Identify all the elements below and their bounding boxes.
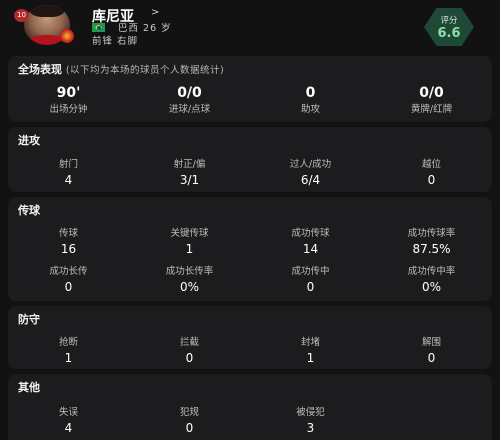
position-foot: 前锋 右脚 xyxy=(92,36,139,47)
stat-value: 4 xyxy=(64,173,73,187)
stat-label: 成功长传 xyxy=(49,266,88,277)
stat-key-passes: 关键传球 1 xyxy=(129,225,250,256)
stat-label: 射正/偏 xyxy=(173,159,206,170)
stat-value: 1 xyxy=(306,351,315,365)
stat-label: 传球 xyxy=(58,228,78,239)
section-title: 全场表现 (以下均为本场的球员个人数据统计) xyxy=(18,61,224,77)
stat-successful-long-balls: 成功长传 0 xyxy=(8,263,129,294)
player-header: 10 库尼亚 > 巴西 26 岁 前锋 右脚 评分 6.6 xyxy=(0,0,500,50)
club-crest-icon xyxy=(60,29,74,43)
stat-passes: 传球 16 xyxy=(8,225,129,256)
stat-label: 解围 xyxy=(421,337,441,348)
stat-value: 1 xyxy=(185,242,194,256)
attack-title: 进攻 xyxy=(18,134,40,147)
stat-blocks: 封堵 1 xyxy=(250,334,371,365)
stat-value: 0 xyxy=(64,280,73,294)
stat-clearances: 解围 0 xyxy=(371,334,492,365)
stat-value: 0/0 xyxy=(177,85,202,101)
stat-label: 出场分钟 xyxy=(49,104,88,115)
stat-tackles: 抢断 1 xyxy=(8,334,129,365)
brazil-flag-icon xyxy=(92,23,105,32)
rating-value: 6.6 xyxy=(437,26,461,41)
stat-value: 87.5% xyxy=(412,242,451,256)
stat-cards: 0/0 黄牌/红牌 xyxy=(371,85,492,115)
stat-value: 14 xyxy=(302,242,319,256)
stat-value: 0 xyxy=(305,85,316,101)
stat-interceptions: 拦截 0 xyxy=(129,334,250,365)
stat-label: 黄牌/红牌 xyxy=(410,104,453,115)
stat-shots: 射门 4 xyxy=(8,156,129,187)
stat-goals-penalties: 0/0 进球/点球 xyxy=(129,85,250,115)
passing-section: 传球 传球 16 关键传球 1 成功传球 14 成功传球率 87.5% 成功长传… xyxy=(8,197,492,301)
stat-shots-on-off: 射正/偏 3/1 xyxy=(129,156,250,187)
stat-value: 0% xyxy=(421,280,442,294)
overall-subtitle: (以下均为本场的球员个人数据统计) xyxy=(65,65,225,76)
stat-label: 进球/点球 xyxy=(168,104,211,115)
other-section: 其他 失误 4 犯规 0 被侵犯 3 xyxy=(8,374,492,440)
stat-value: 6/4 xyxy=(300,173,321,187)
stat-label: 关键传球 xyxy=(170,228,209,239)
stat-label: 封堵 xyxy=(300,337,320,348)
other-title: 其他 xyxy=(18,381,40,394)
stat-value: 0 xyxy=(185,421,194,435)
attack-section: 进攻 射门 4 射正/偏 3/1 过人/成功 6/4 越位 0 xyxy=(8,127,492,192)
stat-value: 0 xyxy=(427,173,436,187)
player-avatar-group[interactable]: 10 xyxy=(14,5,84,45)
stat-label: 成功传中率 xyxy=(407,266,456,277)
defense-section: 防守 抢断 1 拦截 0 封堵 1 解围 0 xyxy=(8,306,492,369)
stat-successful-passes: 成功传球 14 xyxy=(250,225,371,256)
stat-label: 成功传球 xyxy=(291,228,330,239)
stat-label: 被侵犯 xyxy=(296,407,325,418)
overall-section: 全场表现 (以下均为本场的球员个人数据统计) 90' 出场分钟 0/0 进球/点… xyxy=(8,56,492,122)
stat-value: 0 xyxy=(427,351,436,365)
stat-label: 拦截 xyxy=(179,337,199,348)
stat-long-ball-accuracy: 成功长传率 0% xyxy=(129,263,250,294)
stat-value: 3/1 xyxy=(179,173,200,187)
stat-fouled: 被侵犯 3 xyxy=(250,404,371,435)
stat-successful-crosses: 成功传中 0 xyxy=(250,263,371,294)
defense-title: 防守 xyxy=(18,313,40,326)
stat-label: 过人/成功 xyxy=(289,159,332,170)
stat-value: 0 xyxy=(306,280,315,294)
stat-fouls: 犯规 0 xyxy=(129,404,250,435)
rating-label: 评分 xyxy=(440,16,458,26)
rating-badge: 评分 6.6 xyxy=(424,8,474,46)
avatar-hair xyxy=(30,5,64,17)
stat-label: 成功传中 xyxy=(291,266,330,277)
stat-cross-accuracy: 成功传中率 0% xyxy=(371,263,492,294)
stat-label: 失误 xyxy=(58,407,78,418)
nationality-age: 巴西 26 岁 xyxy=(118,23,172,34)
passing-title: 传球 xyxy=(18,204,40,217)
stat-label: 射门 xyxy=(58,159,78,170)
stat-value: 0/0 xyxy=(419,85,444,101)
stat-minutes: 90' 出场分钟 xyxy=(8,85,129,115)
stat-label: 成功传球率 xyxy=(407,228,456,239)
stat-label: 犯规 xyxy=(179,407,199,418)
stat-value: 16 xyxy=(60,242,77,256)
stat-pass-accuracy: 成功传球率 87.5% xyxy=(371,225,492,256)
stat-label: 越位 xyxy=(421,159,441,170)
stat-label: 成功长传率 xyxy=(165,266,214,277)
stat-value: 0 xyxy=(185,351,194,365)
stat-label: 助攻 xyxy=(300,104,320,115)
stat-label: 抢断 xyxy=(58,337,78,348)
chevron-right-icon[interactable]: > xyxy=(151,7,159,18)
shirt-number-badge: 10 xyxy=(14,9,29,22)
stat-errors: 失误 4 xyxy=(8,404,129,435)
stat-value: 1 xyxy=(64,351,73,365)
stat-assists: 0 助攻 xyxy=(250,85,371,115)
stat-dribbles: 过人/成功 6/4 xyxy=(250,156,371,187)
stat-offsides: 越位 0 xyxy=(371,156,492,187)
stat-value: 4 xyxy=(64,421,73,435)
overall-title: 全场表现 xyxy=(18,63,62,76)
stat-value: 3 xyxy=(306,421,315,435)
stat-value: 90' xyxy=(56,85,81,101)
stat-value: 0% xyxy=(179,280,200,294)
